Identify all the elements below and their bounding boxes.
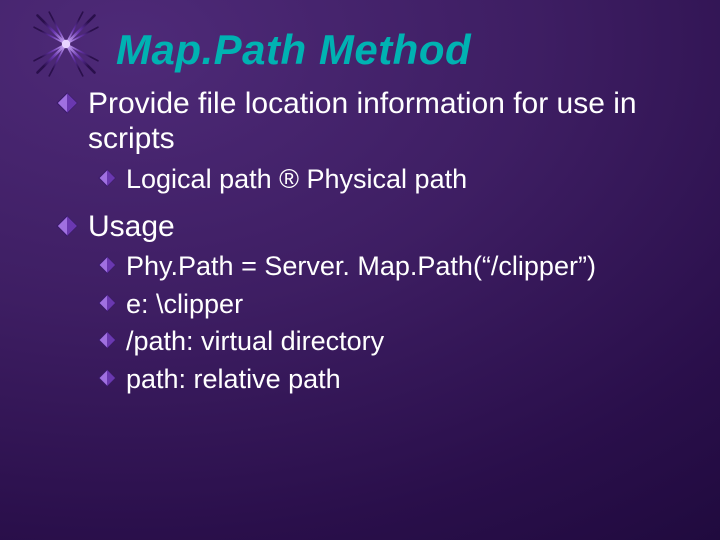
bullet-text: path: relative path	[126, 363, 680, 397]
diamond-bullet-icon	[56, 215, 78, 237]
bullet-text: Usage	[88, 209, 680, 244]
bullet-item: Logical path ® Physical path	[98, 163, 680, 197]
slide: Map.Path Method Provide file location in…	[0, 0, 720, 540]
diamond-bullet-icon	[98, 294, 116, 312]
bullet-item: Provide file location information for us…	[56, 86, 680, 157]
spacer	[56, 201, 680, 209]
diamond-bullet-icon	[98, 369, 116, 387]
bullet-text: e: \clipper	[126, 288, 680, 322]
diamond-bullet-icon	[56, 92, 78, 114]
diamond-bullet-icon	[98, 169, 116, 187]
bullet-text: Phy.Path = Server. Map.Path(“/clipper”)	[126, 250, 680, 284]
bullet-item: /path: virtual directory	[98, 325, 680, 359]
bullet-item: Phy.Path = Server. Map.Path(“/clipper”)	[98, 250, 680, 284]
starburst-icon	[24, 2, 108, 86]
bullet-text: Provide file location information for us…	[88, 86, 680, 157]
diamond-bullet-icon	[98, 331, 116, 349]
title-row: Map.Path Method	[30, 14, 690, 86]
slide-title: Map.Path Method	[116, 26, 471, 74]
bullet-item: Usage	[56, 209, 680, 244]
slide-body: Provide file location information for us…	[56, 86, 680, 401]
bullet-text: /path: virtual directory	[126, 325, 680, 359]
diamond-bullet-icon	[98, 256, 116, 274]
bullet-item: e: \clipper	[98, 288, 680, 322]
bullet-item: path: relative path	[98, 363, 680, 397]
bullet-text: Logical path ® Physical path	[126, 163, 680, 197]
